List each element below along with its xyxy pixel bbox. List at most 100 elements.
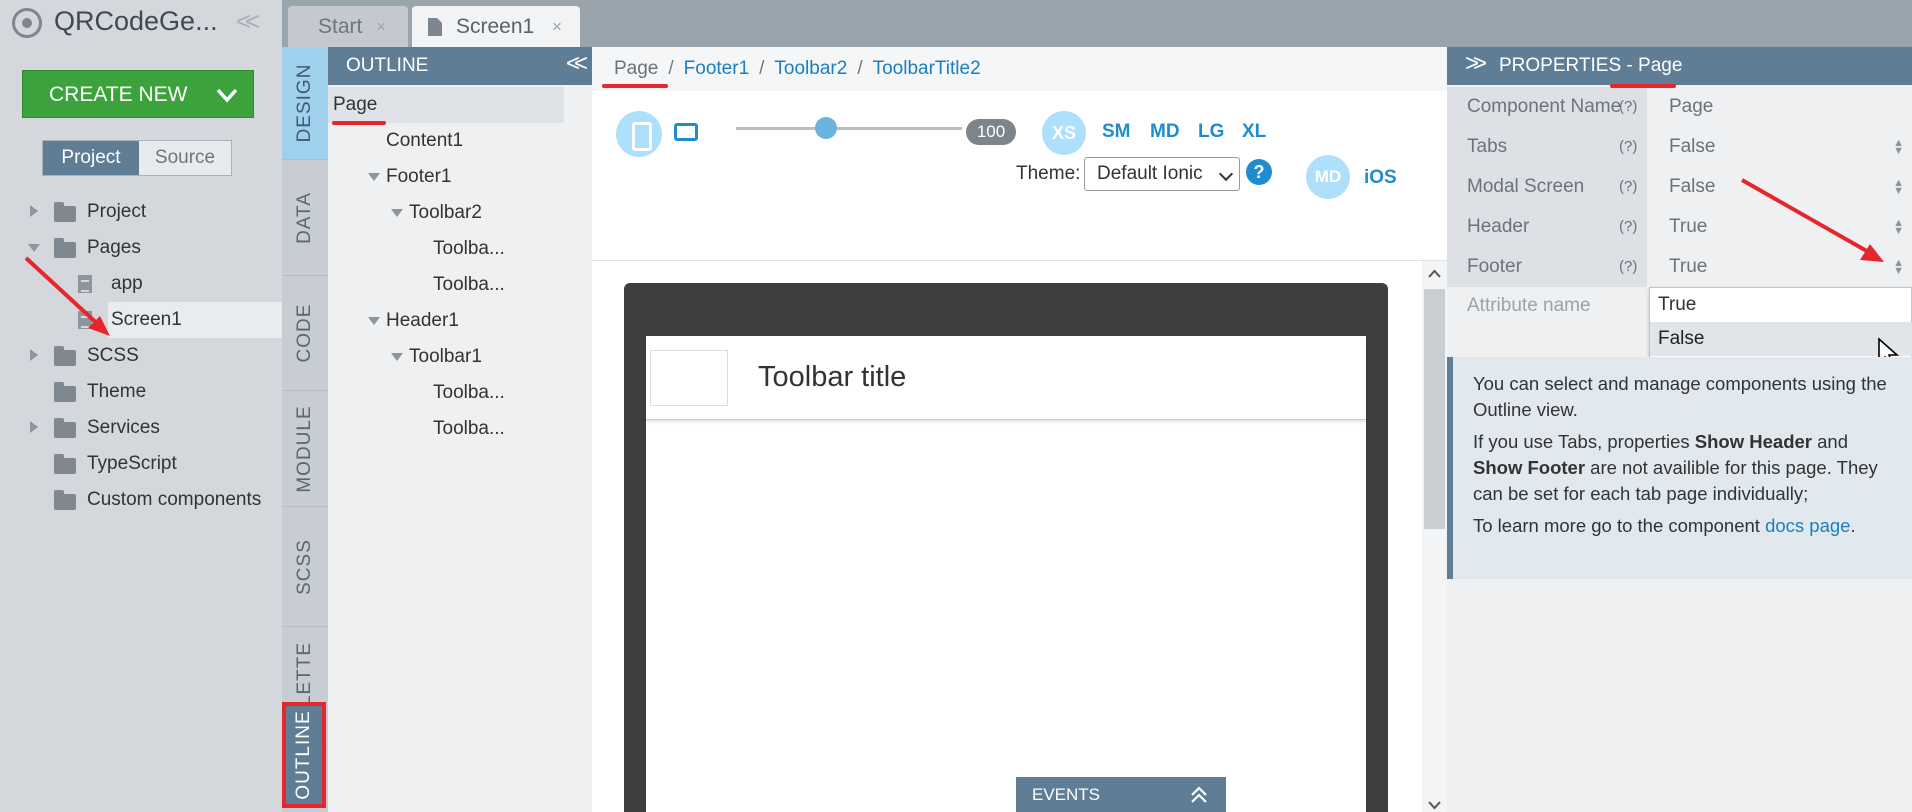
canvas-scrollbar[interactable]: [1422, 261, 1447, 812]
help-mark[interactable]: (?): [1619, 87, 1637, 127]
outline-header: OUTLINE <<: [328, 47, 592, 85]
mode-ios-button[interactable]: iOS: [1364, 167, 1397, 189]
expand-arrow-icon[interactable]: [30, 205, 38, 217]
tab-start[interactable]: Start ×: [288, 6, 408, 47]
help-mark[interactable]: (?): [1619, 127, 1637, 167]
outline-item-toolbar2[interactable]: Toolbar2: [409, 196, 482, 230]
project-panel: QRCodeGe... << CREATE NEW Project Source…: [0, 0, 282, 812]
collapse-panel-icon[interactable]: <<: [236, 6, 261, 37]
outline-item-toolbar-child[interactable]: Toolba...: [433, 412, 505, 446]
help-mark[interactable]: (?): [1619, 167, 1637, 207]
mode-md-button[interactable]: MD: [1306, 155, 1350, 199]
breadcrumb-footer1[interactable]: Footer1: [684, 58, 749, 79]
collapse-arrow-icon[interactable]: [391, 209, 403, 217]
scroll-down-icon[interactable]: [1428, 801, 1441, 810]
folder-icon: [54, 382, 76, 402]
nav-module[interactable]: MODULE: [282, 391, 328, 507]
outline-item-content1[interactable]: Content1: [386, 124, 463, 158]
project-source-switch: Project Source: [42, 140, 232, 176]
chevron-down-icon[interactable]: [215, 85, 239, 105]
breakpoint-lg[interactable]: LG: [1198, 121, 1224, 143]
zoom-slider[interactable]: [736, 127, 962, 130]
outline-item-toolbar-child[interactable]: Toolba...: [433, 268, 505, 302]
expand-arrow-icon[interactable]: [30, 349, 38, 361]
info-part: and: [1812, 431, 1849, 452]
properties-target: Page: [1638, 55, 1683, 76]
help-mark[interactable]: (?): [1619, 247, 1637, 287]
dropdown-option-false[interactable]: False: [1650, 322, 1912, 356]
editor-tab-bar: Start × Screen1 ×: [282, 0, 1912, 47]
outline-item-toolbar-child[interactable]: Toolba...: [433, 232, 505, 266]
collapse-arrow-icon[interactable]: [391, 353, 403, 361]
vertical-nav: DESIGN DATA CODE MODULE SCSS PALETTE: [282, 47, 328, 812]
outline-item-toolbar1[interactable]: Toolbar1: [409, 340, 482, 374]
tab-screen1[interactable]: Screen1 ×: [412, 6, 580, 47]
breakpoint-xl[interactable]: XL: [1242, 121, 1266, 143]
nav-design-label: DESIGN: [294, 63, 315, 143]
property-value-component-name[interactable]: Page: [1649, 87, 1912, 127]
collapse-arrow-icon[interactable]: [368, 173, 380, 181]
tree-item-screen1[interactable]: Screen1: [111, 303, 182, 337]
phone-view-icon[interactable]: [616, 111, 662, 157]
tree-item-typescript[interactable]: TypeScript: [87, 447, 177, 481]
toolbar-title[interactable]: Toolbar title: [758, 361, 906, 394]
segment-project[interactable]: Project: [43, 141, 139, 175]
nav-data[interactable]: DATA: [282, 160, 328, 276]
tab-screen1-label: Screen1: [456, 15, 535, 38]
property-key: Component Name: [1447, 87, 1647, 127]
breadcrumb: Page / Footer1 / Toolbar2 / ToolbarTitle2: [592, 47, 1447, 91]
breadcrumb-page[interactable]: Page: [614, 58, 658, 79]
scroll-up-icon[interactable]: [1428, 269, 1441, 278]
attribute-name-input[interactable]: Attribute name: [1467, 295, 1591, 317]
folder-icon: [54, 454, 76, 474]
tree-item-services[interactable]: Services: [87, 411, 160, 445]
info-text-docs: To learn more go to the component docs p…: [1473, 513, 1898, 539]
dropdown-option-true[interactable]: True: [1650, 288, 1912, 322]
tree-item-project[interactable]: Project: [87, 195, 146, 229]
outline-item-header1[interactable]: Header1: [386, 304, 459, 338]
help-mark[interactable]: (?): [1619, 207, 1637, 247]
help-icon[interactable]: ?: [1246, 159, 1272, 185]
scrollbar-thumb[interactable]: [1424, 289, 1445, 529]
outline-item-page[interactable]: Page: [333, 88, 377, 122]
preview-toolbar[interactable]: [646, 336, 1366, 420]
properties-panel: >> PROPERTIES - Page Component Name (?) …: [1447, 47, 1912, 812]
theme-label: Theme:: [1016, 163, 1081, 184]
folder-icon: [54, 346, 76, 366]
tree-item-theme[interactable]: Theme: [87, 375, 146, 409]
updown-icon: ▲ ▼: [1893, 137, 1904, 157]
breakpoint-sm[interactable]: SM: [1102, 121, 1131, 143]
property-select-tabs[interactable]: False ▲ ▼: [1649, 127, 1912, 167]
breakpoint-md[interactable]: MD: [1150, 121, 1180, 143]
expand-panel-icon[interactable]: >>: [1465, 45, 1487, 83]
outline-item-toolbar-child[interactable]: Toolba...: [433, 376, 505, 410]
breakpoint-xs[interactable]: XS: [1042, 111, 1086, 155]
file-icon: [428, 18, 442, 36]
docs-page-link[interactable]: docs page: [1765, 515, 1850, 536]
events-panel-toggle[interactable]: EVENTS: [1016, 777, 1226, 812]
close-icon[interactable]: ×: [552, 6, 562, 47]
tab-start-label: Start: [318, 15, 363, 38]
collapse-arrow-icon[interactable]: [368, 317, 380, 325]
nav-scss[interactable]: SCSS: [282, 507, 328, 627]
folder-icon: [54, 490, 76, 510]
breadcrumb-toolbartitle2[interactable]: ToolbarTitle2: [873, 58, 981, 79]
toolbar-button-placeholder[interactable]: [650, 350, 728, 406]
nav-design[interactable]: DESIGN: [282, 47, 328, 160]
nav-data-label: DATA: [294, 191, 315, 244]
expand-arrow-icon[interactable]: [30, 421, 38, 433]
tree-item-custom-components[interactable]: Custom components: [87, 483, 261, 517]
info-part: .: [1850, 515, 1856, 536]
tablet-view-icon[interactable]: [674, 123, 698, 141]
nav-code[interactable]: CODE: [282, 276, 328, 391]
create-new-button[interactable]: CREATE NEW: [22, 70, 254, 118]
theme-select[interactable]: Default Ionic: [1084, 157, 1240, 191]
collapse-outline-icon[interactable]: <<: [566, 45, 588, 83]
property-row-component-name: Component Name (?) Page: [1447, 87, 1912, 127]
breadcrumb-toolbar2[interactable]: Toolbar2: [774, 58, 847, 79]
close-icon[interactable]: ×: [376, 6, 386, 47]
breadcrumb-separator: /: [668, 58, 674, 79]
outline-item-footer1[interactable]: Footer1: [386, 160, 451, 194]
segment-source[interactable]: Source: [139, 141, 231, 175]
nav-outline[interactable]: OUTLINE: [282, 702, 326, 808]
